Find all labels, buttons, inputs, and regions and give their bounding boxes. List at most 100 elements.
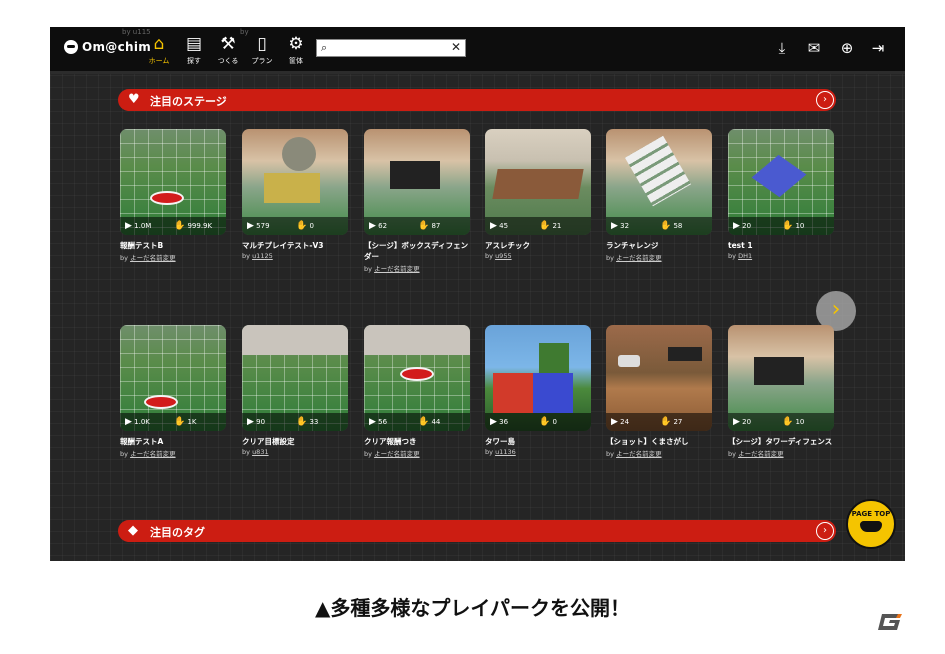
stage-card[interactable]: ▶ 579 ✋ 0 マルチプレイテスト-V3 by u1125 [242,129,348,260]
play-count: 579 [256,222,270,230]
nav-search[interactable]: ▤ 探す [177,33,211,66]
nav-cabinet[interactable]: ⚙ 筐体 [279,33,313,66]
clear-search-icon[interactable]: ✕ [451,40,461,54]
author-link[interactable]: u1125 [252,252,273,260]
article-caption: ▲多種多様なプレイパークを公開！ [315,596,630,620]
play-icon: ▶ [247,417,254,427]
author-link[interactable]: よーだ名前変更 [374,265,420,273]
featured-tags-banner: ◆ 注目のタグ › [118,520,836,542]
thumbnail-art [492,169,584,199]
ticket-icon[interactable]: ✉ [804,38,824,58]
like-count: 0 [309,222,314,230]
stage-card[interactable]: ▶ 62 ✋ 87 【シージ】ボックスディフェンダー by よーだ名前変更 [364,129,470,273]
stage-stats: ▶ 45 ✋ 21 [485,217,591,235]
thumbnail-art [242,325,348,355]
author-prefix: by [120,450,128,458]
stage-title: マルチプレイテスト-V3 [242,241,324,250]
play-count: 62 [378,222,388,230]
stage-card[interactable]: ▶ 45 ✋ 21 アスレチック by u955 [485,129,591,260]
play-icon: ▶ [733,417,740,427]
author-link[interactable]: よーだ名前変更 [374,450,420,458]
wrench-icon: ⚒ [220,34,236,54]
gears-icon: ⚙ [288,34,304,54]
stage-card[interactable]: ▶ 56 ✋ 44 クリア報酬つき by よーだ名前変更 [364,325,470,458]
top-navigation-bar: Om@chim by u115 by ⌂ ホーム ▤ 探す ⚒ つくる ▯ プラ… [50,27,905,74]
like-count: 87 [431,222,441,230]
stage-card[interactable]: ▶ 32 ✋ 58 ランチャレンジ by よーだ名前変更 [606,129,712,262]
stage-thumbnail: ▶ 45 ✋ 21 [485,129,591,235]
author-link[interactable]: よーだ名前変更 [616,450,662,458]
nav-cabinet-label: 筐体 [289,57,303,65]
author-prefix: by [364,450,372,458]
author-link[interactable]: よーだ名前変更 [738,450,784,458]
like-count: 44 [431,418,441,426]
search-box: ⌕ ✕ [316,39,466,57]
featured-more-button[interactable]: › [816,91,834,109]
play-count: 1.0K [134,418,150,426]
clap-icon: ✋ [539,221,551,231]
play-icon: ▶ [490,417,497,427]
nav-search-label: 探す [187,57,201,65]
author-link[interactable]: u831 [252,448,269,456]
app-screenshot: Om@chim by u115 by ⌂ ホーム ▤ 探す ⚒ つくる ▯ プラ… [50,27,905,561]
globe-icon[interactable]: ⊕ [837,38,857,58]
thumbnail-art [150,191,184,205]
stage-thumbnail: ▶ 36 ✋ 0 [485,325,591,431]
play-icon: ▶ [369,417,376,427]
nav-create[interactable]: ⚒ つくる [211,33,245,66]
author-link[interactable]: よーだ名前変更 [616,254,662,262]
thumbnail-art [533,373,573,413]
app-logo[interactable]: Om@chim [64,40,151,54]
play-icon: ▶ [247,221,254,231]
stage-stats: ▶ 579 ✋ 0 [242,217,348,235]
stage-title: 報酬テストB [120,241,164,250]
stage-title: 【シージ】ボックスディフェンダー [364,241,469,261]
mascot-icon [860,521,882,532]
search-input[interactable] [335,41,447,55]
play-count: 20 [742,222,752,230]
stage-card[interactable]: ▶ 20 ✋ 10 【シージ】タワーディフェンス by よーだ名前変更 [728,325,834,458]
stage-thumbnail: ▶ 1.0K ✋ 1K [120,325,226,431]
stage-card[interactable]: ▶ 36 ✋ 0 タワー島 by u1136 [485,325,591,456]
stage-stats: ▶ 1.0M ✋ 999.9K [120,217,226,235]
stage-title: test 1 [728,241,753,250]
author-link[interactable]: u955 [495,252,512,260]
play-count: 32 [620,222,630,230]
stage-title: 報酬テストA [120,437,164,446]
nav-plan-label: プラン [251,57,273,65]
stage-thumbnail: ▶ 32 ✋ 58 [606,129,712,235]
author-prefix: by [485,252,493,260]
stage-title: アスレチック [485,241,530,250]
stage-card[interactable]: ▶ 24 ✋ 27 【ショット】くまさがし by よーだ名前変更 [606,325,712,458]
tags-more-button[interactable]: › [816,522,834,540]
logout-icon[interactable]: ⇥ [868,38,888,58]
stage-thumbnail: ▶ 1.0M ✋ 999.9K [120,129,226,235]
page-top-button[interactable]: PAGE TOP [846,499,896,549]
play-count: 45 [499,222,509,230]
author-prefix: by [364,265,372,273]
download-icon[interactable]: ⤓ [772,38,792,58]
play-icon: ▶ [490,221,497,231]
featured-tags-title: 注目のタグ [150,526,205,539]
stage-card[interactable]: ▶ 1.0K ✋ 1K 報酬テストA by よーだ名前変更 [120,325,226,458]
author-link[interactable]: u1136 [495,448,516,456]
nav-plan[interactable]: ▯ プラン [245,33,279,66]
nav-home[interactable]: ⌂ ホーム [142,33,176,66]
stage-title: ランチャレンジ [606,241,659,250]
thumbnail-art [400,367,434,381]
thumbnail-art [264,173,320,203]
clap-icon: ✋ [296,417,308,427]
stage-card[interactable]: ▶ 90 ✋ 33 クリア目標設定 by u831 [242,325,348,456]
like-count: 58 [673,222,683,230]
stage-stats: ▶ 1.0K ✋ 1K [120,413,226,431]
clap-icon: ✋ [660,417,672,427]
author-link[interactable]: よーだ名前変更 [130,254,176,262]
author-link[interactable]: よーだ名前変更 [130,450,176,458]
clipboard-icon: ▯ [257,34,267,54]
stage-card[interactable]: ▶ 1.0M ✋ 999.9K 報酬テストB by よーだ名前変更 [120,129,226,262]
like-count: 999.9K [187,222,213,230]
author-link[interactable]: DH1 [738,252,752,260]
play-icon: ▶ [611,417,618,427]
stage-card[interactable]: ▶ 20 ✋ 10 test 1 by DH1 [728,129,834,260]
search-icon: ⌕ [321,41,328,54]
